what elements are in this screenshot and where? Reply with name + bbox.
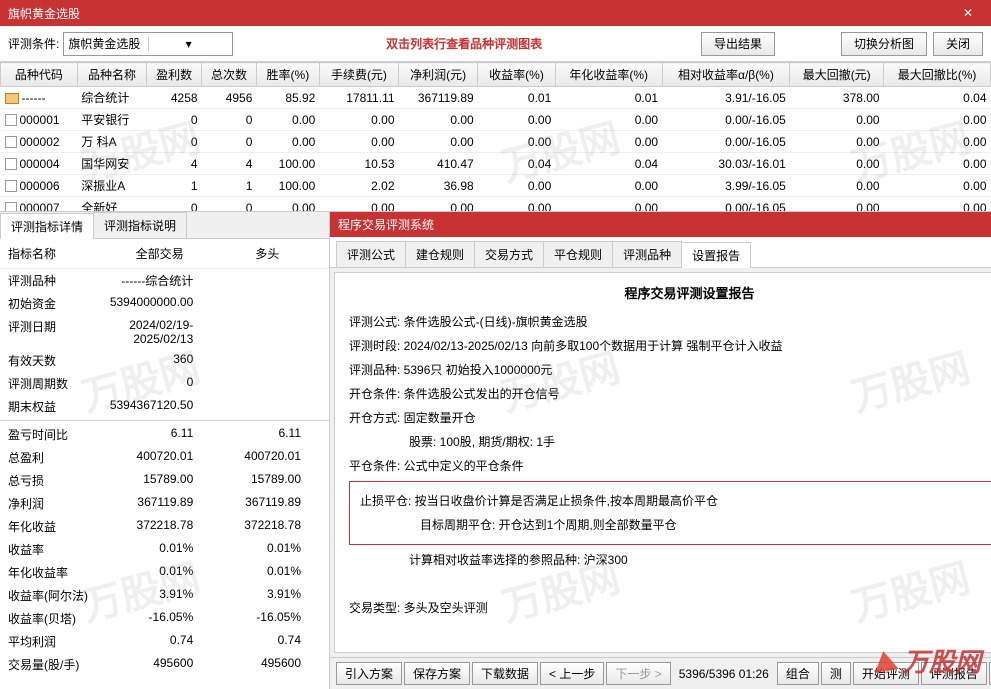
start-eval-button[interactable]: 开始评测: [853, 662, 919, 685]
window-title: 旗帜黄金选股: [8, 5, 953, 22]
eval-report-button[interactable]: 评测报告: [921, 662, 987, 685]
report: 程序交易评测设置报告 评测公式: 条件选股公式-(日线)-旗帜黄金选股 评测时段…: [334, 272, 991, 653]
tab-explain[interactable]: 评测指标说明: [93, 212, 187, 238]
report-line: 评测公式: 条件选股公式-(日线)-旗帜黄金选股: [349, 311, 991, 333]
stat-row: 年化收益率0.01%0.01%: [0, 561, 329, 584]
left-pane: 评测指标详情 评测指标说明 指标名称 全部交易 多头 评测品种------综合统…: [0, 212, 330, 689]
report-heading: 程序交易评测设置报告: [349, 283, 991, 305]
sub-titlebar: 程序交易评测系统: [330, 212, 991, 237]
condition-label: 评测条件:: [8, 35, 59, 52]
table-row[interactable]: ------综合统计4258495685.9217811.11367119.89…: [1, 87, 991, 109]
export-button[interactable]: 导出结果: [701, 32, 775, 56]
report-line: 开仓条件: 条件选股公式发出的开仓信号: [349, 383, 991, 405]
column-header[interactable]: 净利润(元): [399, 63, 478, 87]
column-header[interactable]: 品种名称: [77, 63, 146, 87]
bottom-bar: 引入方案 保存方案 下载数据 < 上一步 下一步 > 5396/5396 01:…: [330, 657, 991, 689]
titlebar: 旗帜黄金选股 ✕: [0, 0, 991, 26]
column-header[interactable]: 盈利数: [147, 63, 202, 87]
stat-row: 总亏损15789.0015789.00: [0, 469, 329, 492]
table-row[interactable]: 000006深振业A11100.002.0236.980.000.003.99/…: [1, 175, 991, 197]
right-pane: 程序交易评测系统 评测公式建仓规则交易方式平仓规则评测品种设置报告 程序交易评测…: [330, 212, 991, 689]
table-row[interactable]: 000004国华网安44100.0010.53410.470.040.0430.…: [1, 153, 991, 175]
status-text: 5396/5396 01:26: [679, 667, 769, 681]
close-icon[interactable]: ✕: [953, 6, 983, 20]
stat-row: 平均利润0.740.74: [0, 630, 329, 653]
stat-row: 期末权益5394367120.50: [0, 395, 329, 418]
chevron-down-icon[interactable]: ▾: [148, 37, 229, 51]
switch-chart-button[interactable]: 切换分析图: [841, 32, 927, 56]
column-header[interactable]: 品种代码: [1, 63, 78, 87]
inner-tab[interactable]: 平仓规则: [543, 241, 613, 267]
report-line: 交易类型: 多头及空头评测: [349, 597, 991, 619]
inner-tab[interactable]: 交易方式: [474, 241, 544, 267]
stats-body: 评测品种------综合统计初始资金5394000000.00评测日期2024/…: [0, 269, 329, 689]
stat-row: 评测周期数0: [0, 372, 329, 395]
stat-row: 交易量(股/手)495600495600: [0, 653, 329, 676]
inner-tab[interactable]: 评测品种: [612, 241, 682, 267]
folder-icon: [5, 93, 19, 104]
col-long: 多头: [213, 245, 321, 262]
stat-row: 年化收益372218.78372218.78: [0, 515, 329, 538]
report-line: 平仓条件: 公式中定义的平仓条件: [349, 455, 991, 477]
download-button[interactable]: 下载数据: [472, 662, 538, 685]
table-row[interactable]: 000002万 科A000.000.000.000.000.000.00/-16…: [1, 131, 991, 153]
left-tabs: 评测指标详情 评测指标说明: [0, 212, 329, 239]
report-line: 评测时段: 2024/02/13-2025/02/13 向前多取100个数据用于…: [349, 335, 991, 357]
stats-header: 指标名称 全部交易 多头: [0, 239, 329, 269]
report-highlight-box: 止损平仓: 按当日收盘价计算是否满足止损条件,按本周期最高价平仓 目标周期平仓:…: [349, 481, 991, 545]
column-header[interactable]: 总次数: [202, 63, 257, 87]
report-line: 止损平仓: 按当日收盘价计算是否满足止损条件,按本周期最高价平仓: [360, 490, 991, 512]
table-row[interactable]: 000007全新好000.000.000.000.000.000.00/-16.…: [1, 197, 991, 213]
file-icon: [5, 202, 17, 212]
file-icon: [5, 180, 17, 192]
inner-tab[interactable]: 建仓规则: [405, 241, 475, 267]
report-line: 计算相对收益率选择的参照品种: 沪深300: [349, 549, 991, 571]
stat-row: 有效天数360: [0, 349, 329, 372]
prev-button[interactable]: < 上一步: [540, 662, 604, 685]
column-header[interactable]: 相对收益率α/β(%): [662, 63, 790, 87]
col-name: 指标名称: [8, 245, 106, 262]
column-header[interactable]: 最大回撤比(%): [884, 63, 991, 87]
column-header[interactable]: 最大回撤(元): [790, 63, 884, 87]
toolbar: 评测条件: 旗帜黄金选股 ▾ 双击列表行查看品种评测图表 导出结果 切换分析图 …: [0, 26, 991, 62]
save-button[interactable]: 保存方案: [404, 662, 470, 685]
hint-text: 双击列表行查看品种评测图表: [233, 35, 695, 52]
report-line: 目标周期平仓: 开仓达到1个周期,则全部数量平仓: [360, 514, 991, 536]
column-header[interactable]: 年化收益率(%): [555, 63, 662, 87]
inner-tab[interactable]: 评测公式: [336, 241, 406, 267]
column-header[interactable]: 收益率(%): [478, 63, 556, 87]
file-icon: [5, 158, 17, 170]
inner-tabs: 评测公式建仓规则交易方式平仓规则评测品种设置报告: [330, 237, 991, 268]
report-line: 开仓方式: 固定数量开仓: [349, 407, 991, 429]
stat-row: 收益率0.01%0.01%: [0, 538, 329, 561]
stat-row: 收益率(阿尔法)3.91%3.91%: [0, 584, 329, 607]
inner-tab[interactable]: 设置报告: [681, 242, 751, 268]
stat-row: 评测品种------综合统计: [0, 269, 329, 292]
column-header[interactable]: 胜率(%): [256, 63, 319, 87]
file-icon: [5, 114, 17, 126]
stat-row: 收益率(贝塔)-16.05%-16.05%: [0, 607, 329, 630]
stat-row: 净利润367119.89367119.89: [0, 492, 329, 515]
stat-row: 评测日期2024/02/19-2025/02/13: [0, 315, 329, 349]
combo-button[interactable]: 组合: [777, 662, 819, 685]
table-row[interactable]: 000001平安银行000.000.000.000.000.000.00/-16…: [1, 109, 991, 131]
stat-row: 初始资金5394000000.00: [0, 292, 329, 315]
test-button[interactable]: 测: [821, 662, 851, 685]
stat-row: 总盈利400720.01400720.01: [0, 446, 329, 469]
report-line: 股票: 100股, 期货/期权: 1手: [349, 431, 991, 453]
tab-detail[interactable]: 评测指标详情: [0, 213, 94, 239]
stat-row: 盈亏时间比6.116.11: [0, 423, 329, 446]
grid[interactable]: 品种代码品种名称盈利数总次数胜率(%)手续费(元)净利润(元)收益率(%)年化收…: [0, 62, 991, 212]
column-header[interactable]: 手续费(元): [319, 63, 398, 87]
file-icon: [5, 136, 17, 148]
condition-combo[interactable]: 旗帜黄金选股 ▾: [63, 32, 233, 56]
close-button[interactable]: 关闭: [933, 32, 983, 56]
condition-value: 旗帜黄金选股: [68, 35, 148, 52]
report-line: 评测品种: 5396只 初始投入1000000元: [349, 359, 991, 381]
next-button: 下一步 >: [606, 662, 670, 685]
import-button[interactable]: 引入方案: [336, 662, 402, 685]
col-all: 全部交易: [106, 245, 214, 262]
